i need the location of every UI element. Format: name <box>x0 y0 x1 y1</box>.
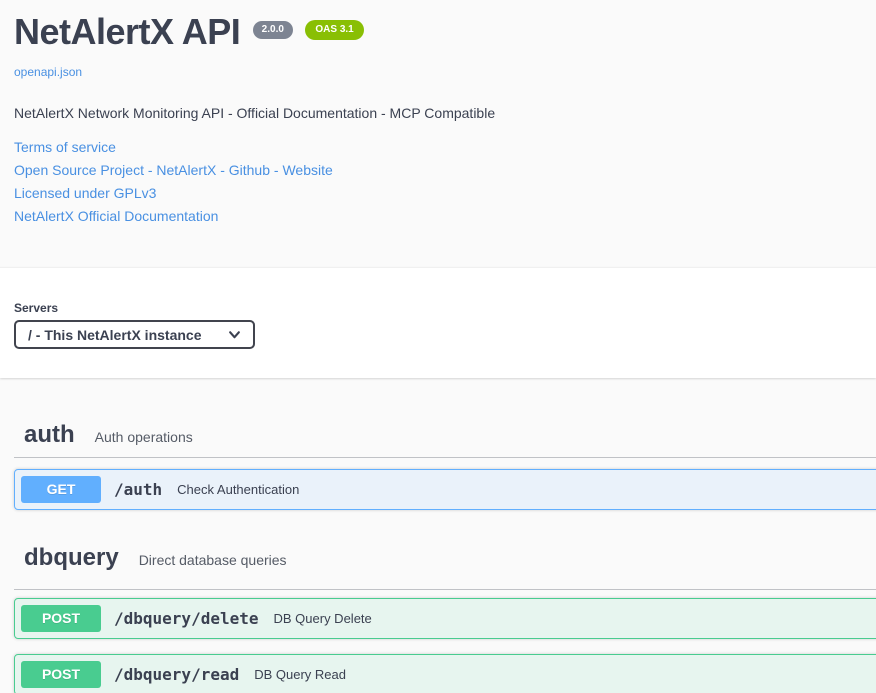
chevron-down-icon <box>228 328 241 341</box>
tag-header-dbquery[interactable]: dbquery Direct database queries <box>14 532 876 590</box>
tag-description: Auth operations <box>95 429 193 445</box>
operation-description: DB Query Read <box>254 667 346 682</box>
method-badge: POST <box>21 605 101 632</box>
openapi-spec-link[interactable]: openapi.json <box>14 65 82 79</box>
api-description: NetAlertX Network Monitoring API - Offic… <box>14 104 862 123</box>
operation-path: /dbquery/read <box>114 665 239 684</box>
terms-of-service-link[interactable]: Terms of service <box>14 136 862 159</box>
version-badge: 2.0.0 <box>253 21 293 39</box>
method-badge: POST <box>21 661 101 688</box>
operation-path: /dbquery/delete <box>114 609 259 628</box>
official-documentation-link[interactable]: NetAlertX Official Documentation <box>14 205 862 228</box>
operation-summary: POST /dbquery/delete DB Query Delete <box>15 599 876 638</box>
tag-name: dbquery <box>24 544 119 572</box>
tag-section-dbquery: dbquery Direct database queries POST /db… <box>14 532 876 693</box>
operation-summary: POST /dbquery/read DB Query Read <box>15 655 876 693</box>
operation-description: DB Query Delete <box>274 611 372 626</box>
tag-header-auth[interactable]: auth Auth operations <box>14 411 876 458</box>
oas-version-badge: OAS 3.1 <box>305 20 363 40</box>
operation-row-post-dbquery-delete[interactable]: POST /dbquery/delete DB Query Delete <box>14 598 876 639</box>
open-source-project-link[interactable]: Open Source Project - NetAlertX - Github… <box>14 159 862 182</box>
page-title: NetAlertX API <box>14 11 240 52</box>
tag-description: Direct database queries <box>139 552 287 568</box>
servers-section: Servers / - This NetAlertX instance <box>0 267 876 378</box>
operation-row-get-auth[interactable]: GET /auth Check Authentication <box>14 469 876 510</box>
server-selected-value: / - This NetAlertX instance <box>28 327 201 343</box>
server-select-dropdown[interactable]: / - This NetAlertX instance <box>14 320 255 349</box>
title-row: NetAlertX API 2.0.0 OAS 3.1 <box>14 10 862 62</box>
operation-description: Check Authentication <box>177 482 299 497</box>
tag-name: auth <box>24 421 75 449</box>
license-link[interactable]: Licensed under GPLv3 <box>14 182 862 205</box>
info-links: Terms of service Open Source Project - N… <box>14 136 862 228</box>
api-info-section: NetAlertX API 2.0.0 OAS 3.1 openapi.json… <box>0 0 876 228</box>
operation-row-post-dbquery-read[interactable]: POST /dbquery/read DB Query Read <box>14 654 876 693</box>
tag-section-auth: auth Auth operations GET /auth Check Aut… <box>14 411 876 510</box>
method-badge: GET <box>21 476 101 503</box>
servers-label: Servers <box>14 301 862 315</box>
operation-path: /auth <box>114 480 162 499</box>
operation-summary: GET /auth Check Authentication <box>15 470 876 509</box>
